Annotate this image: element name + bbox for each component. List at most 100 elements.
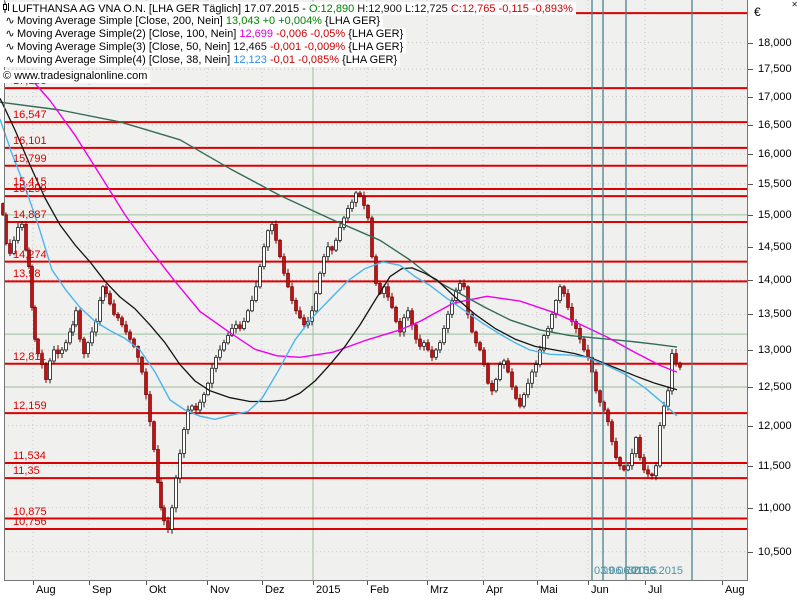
ma-label: Moving Average Simple(4) [Close, 38, Nei…	[17, 54, 233, 66]
price-tick-label: 11,500	[758, 460, 791, 472]
price-tick-mark	[748, 97, 753, 98]
time-tick-label: Jul	[648, 584, 662, 596]
ma-legend-rows: ∿Moving Average Simple [Close, 200, Nein…	[2, 15, 576, 67]
open-value: O:12,890	[309, 3, 354, 15]
copyright-row: © www.tradesignalonline.com	[2, 70, 576, 83]
time-tick-mark	[588, 581, 589, 585]
price-tick-mark	[748, 43, 753, 44]
level-label[interactable]: 12,159	[13, 400, 47, 412]
legend-ma-row-4[interactable]: ∿Moving Average Simple(4) [Close, 38, Ne…	[2, 54, 576, 67]
ma-symbol-suffix: {LHA GER}	[342, 54, 397, 66]
close-change-values: C:12,765 -0,115 -0,893%	[451, 3, 573, 15]
level-label[interactable]: 15,799	[13, 153, 47, 165]
time-tick-mark	[313, 581, 314, 585]
legend-ma-row-2[interactable]: ∿Moving Average Simple(2) [Close, 100, N…	[2, 28, 576, 41]
time-tick-label: Mai	[540, 584, 558, 596]
legend-panel: LUFTHANSA AG VNA O.N. [LHA GER Täglich] …	[2, 2, 576, 83]
time-tick-mark	[537, 581, 538, 585]
legend-ma-row-3[interactable]: ∿Moving Average Simple(3) [Close, 50, Ne…	[2, 41, 576, 54]
time-tick-label: Jun	[591, 584, 609, 596]
instrument-title-row[interactable]: LUFTHANSA AG VNA O.N. [LHA GER Täglich] …	[2, 2, 576, 15]
price-tick-mark	[748, 215, 753, 216]
time-tick-mark	[483, 581, 484, 585]
level-label[interactable]: 15,299	[13, 183, 47, 195]
time-tick-mark	[146, 581, 147, 585]
level-label[interactable]: 16,101	[13, 135, 47, 147]
time-tick-label: Dez	[265, 584, 285, 596]
price-chart-canvas[interactable]	[0, 0, 748, 581]
level-label[interactable]: 16,547	[13, 109, 47, 121]
ma-change: +0 +0,004%	[260, 15, 325, 27]
price-tick-mark	[748, 280, 753, 281]
ma-label: Moving Average Simple [Close, 200, Nein]	[17, 15, 226, 27]
high-low-values: H:12,900 L:12,725	[354, 3, 451, 15]
legend-ma-row-1[interactable]: ∿Moving Average Simple [Close, 200, Nein…	[2, 15, 576, 28]
time-tick-mark	[207, 581, 208, 585]
time-tick-mark	[645, 581, 646, 585]
price-tick-mark	[748, 314, 753, 315]
ma-label: Moving Average Simple(2) [Close, 100, Ne…	[17, 28, 239, 40]
price-tick-label: 15,500	[758, 178, 792, 190]
price-tick-mark	[748, 125, 753, 126]
wave-icon: ∿	[3, 28, 17, 41]
price-tick-label: 10,500	[758, 546, 792, 558]
price-tick-label: 11,000	[758, 502, 791, 514]
ma-change: -0,006 -0,05%	[273, 28, 348, 40]
wave-icon: ∿	[3, 54, 17, 67]
price-tick-label: 15,000	[758, 209, 792, 221]
ma-symbol-suffix: {LHA GER}	[348, 41, 403, 53]
price-tick-mark	[748, 69, 753, 70]
time-tick-mark	[367, 581, 368, 585]
price-tick-mark	[748, 552, 753, 553]
wave-icon: ∿	[3, 15, 17, 28]
chart-window: 17,15316,54716,10115,79915,41515,29914,8…	[0, 0, 800, 600]
time-tick-mark	[89, 581, 90, 585]
level-label[interactable]: 13,98	[13, 268, 41, 280]
time-tick-mark	[262, 581, 263, 585]
price-tick-label: 17,500	[758, 63, 792, 75]
price-tick-label: 16,500	[758, 119, 792, 131]
time-tick-label: Apr	[486, 584, 503, 596]
price-tick-label: 13,000	[758, 344, 792, 356]
price-tick-label: 12,500	[758, 381, 792, 393]
time-tick-mark	[722, 581, 723, 585]
price-tick-mark	[748, 184, 753, 185]
level-label[interactable]: 14,887	[13, 209, 47, 221]
level-label[interactable]: 14,274	[13, 249, 47, 261]
price-tick-mark	[748, 387, 753, 388]
price-tick-label: 16,000	[758, 148, 792, 160]
time-tick-label: Aug	[36, 584, 56, 596]
level-label[interactable]: 11,534	[13, 450, 46, 462]
price-tick-mark	[748, 350, 753, 351]
price-tick-mark	[748, 426, 753, 427]
price-tick-label: 17,000	[758, 91, 792, 103]
time-tick-label: Okt	[149, 584, 166, 596]
ma-value: 13,043	[226, 15, 260, 27]
price-tick-mark	[748, 508, 753, 509]
marker-date-label: 30.06.2015	[628, 565, 683, 577]
instrument-title: LUFTHANSA AG VNA O.N. [LHA GER Täglich] …	[12, 3, 309, 15]
time-tick-label: Sep	[92, 584, 112, 596]
window-corner-icon[interactable]: ✕	[791, 0, 798, 9]
price-tick-mark	[748, 466, 753, 467]
wave-icon: ∿	[3, 41, 17, 54]
ma-label: Moving Average Simple(3) [Close, 50, Nei…	[17, 41, 233, 53]
time-axis[interactable]: AugSepOktNovDez2015FebMrzAprMaiJunJulAug	[0, 581, 800, 600]
plot-area[interactable]: 17,15316,54716,10115,79915,41515,29914,8…	[0, 0, 748, 581]
price-tick-label: 14,500	[758, 241, 792, 253]
price-tick-mark	[748, 247, 753, 248]
time-tick-label: Mrz	[430, 584, 448, 596]
price-tick-label: 18,000	[758, 37, 792, 49]
time-tick-label: 2015	[316, 584, 340, 596]
level-label[interactable]: 11,35	[13, 465, 40, 477]
ma-value: 12,123	[233, 54, 267, 66]
level-label[interactable]: 10,756	[13, 516, 47, 528]
ma-change: -0,001 -0,009%	[267, 41, 348, 53]
price-tick-label: 14,000	[758, 274, 792, 286]
ma-value: 12,699	[239, 28, 273, 40]
price-tick-label: 12,000	[758, 420, 792, 432]
price-axis[interactable]: € ✕ 18,00017,50017,00016,50016,00015,500…	[748, 0, 800, 581]
level-label[interactable]: 12,811	[13, 351, 46, 363]
price-tick-label: 13,500	[758, 308, 792, 320]
copyright-text: © www.tradesignalonline.com	[2, 70, 150, 83]
